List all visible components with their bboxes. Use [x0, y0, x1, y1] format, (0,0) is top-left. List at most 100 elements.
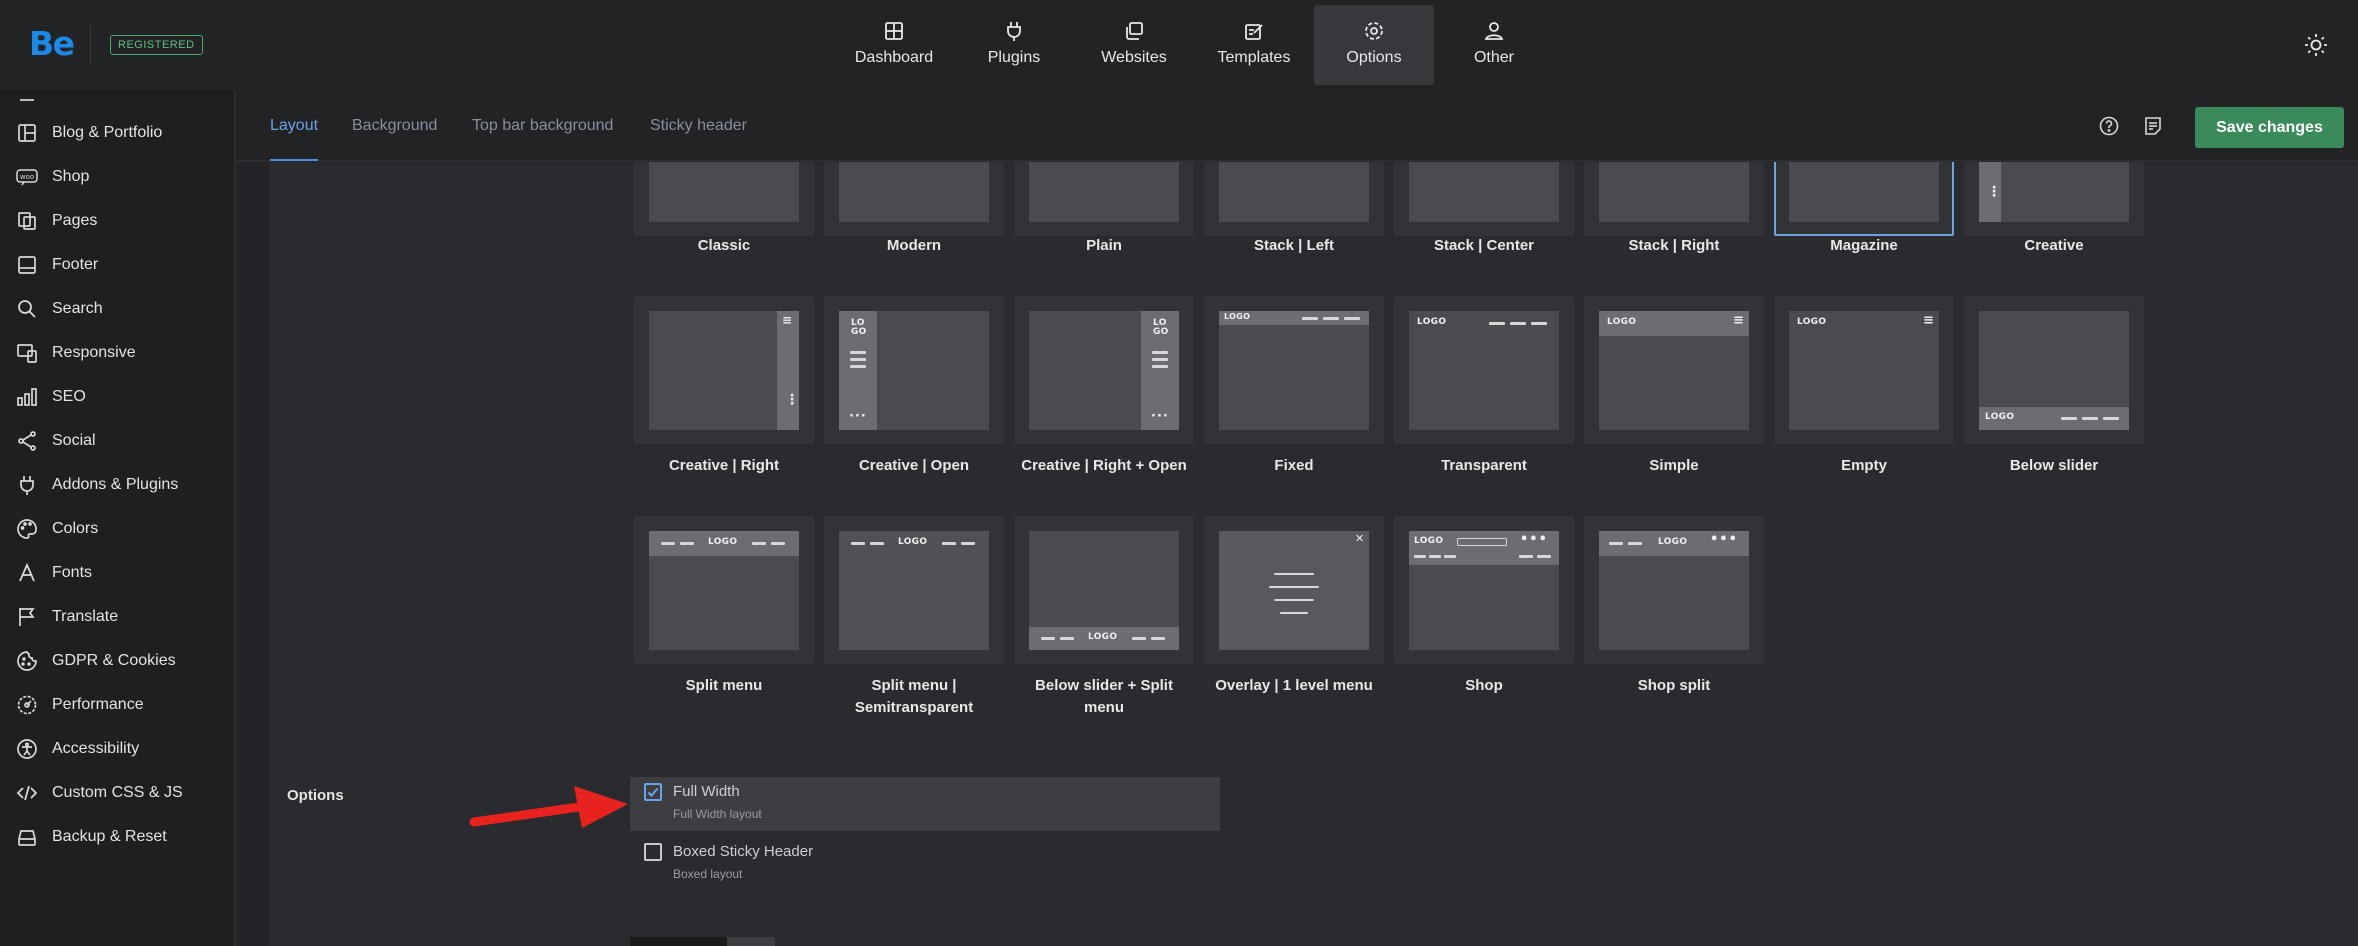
full-width-checkbox[interactable] — [644, 783, 662, 801]
layout-thumb: LO GO ··· — [839, 311, 989, 430]
boxed-sticky-header-checkbox[interactable] — [644, 843, 662, 861]
save-changes-button[interactable]: Save changes — [2195, 107, 2344, 148]
tab-sticky-header[interactable]: Sticky header — [650, 91, 747, 161]
layout-tile-shop[interactable]: LOGO ••• — [1394, 516, 1574, 664]
layout-tile-simple[interactable]: LOGO ≡ — [1584, 296, 1764, 444]
thumb-menu-dash — [1132, 637, 1146, 640]
sun-icon[interactable] — [2303, 32, 2329, 58]
layout-tile-creative-open[interactable]: LO GO ··· — [824, 296, 1004, 444]
thumb-kebab: ⋮ — [1987, 184, 2002, 200]
tab-top-bar-background[interactable]: Top bar background — [472, 91, 613, 161]
thumb-logo: LOGO — [1224, 312, 1251, 321]
layout-tile-modern[interactable] — [824, 162, 1004, 236]
nav-dashboard[interactable]: Dashboard — [834, 5, 954, 85]
layout-tile-below-slider-split-menu[interactable]: LOGO — [1014, 516, 1194, 664]
layout-tile-creative-right-open[interactable]: LO GO ··· — [1014, 296, 1194, 444]
layout-tile-stack-left[interactable] — [1204, 162, 1384, 236]
layout-tile-creative-right[interactable]: ≡ ⋮ — [634, 296, 814, 444]
sidebar-item-footer[interactable]: Footer — [16, 250, 98, 280]
thumb-side-bar — [777, 311, 799, 430]
brand-logo[interactable]: Be — [29, 24, 75, 63]
sidebar-item-label: Translate — [52, 608, 119, 625]
sidebar-item-blog-portfolio[interactable]: Blog & Portfolio — [16, 118, 162, 148]
nav-options[interactable]: Options — [1314, 5, 1434, 85]
nav-other[interactable]: Other — [1434, 5, 1554, 85]
sidebar-item-label: GDPR & Cookies — [52, 652, 176, 669]
layout-thumb — [649, 162, 799, 222]
sidebar-item-label: Fonts — [52, 564, 93, 581]
layout-tile-magazine[interactable] — [1774, 162, 1954, 236]
layout-tile-plain[interactable] — [1014, 162, 1194, 236]
nav-plugins[interactable]: Plugins — [954, 5, 1074, 85]
sidebar-item-performance[interactable]: Performance — [16, 690, 144, 720]
nav-websites[interactable]: Websites — [1074, 5, 1194, 85]
sidebar-item-backup-reset[interactable]: Backup & Reset — [16, 822, 167, 852]
partial-control[interactable] — [630, 937, 727, 946]
layout-label: Below slider + Split menu — [1035, 677, 1173, 716]
option-full-width[interactable]: Full Width Full Width layout — [630, 777, 1220, 831]
layout-tile-stack-right[interactable] — [1584, 162, 1764, 236]
layout-tile-overlay-1-level-menu[interactable]: ✕ — [1204, 516, 1384, 664]
layout-tile-fixed[interactable]: LOGO — [1204, 296, 1384, 444]
layout-thumb: LOGO — [839, 531, 989, 650]
layout-thumb: ≡ ⋮ — [649, 311, 799, 430]
font-icon — [19, 562, 35, 582]
sidebar-item-partial[interactable] — [16, 78, 52, 108]
sidebar-item-gdpr-cookies[interactable]: GDPR & Cookies — [16, 646, 176, 676]
layout-tile-stack-center[interactable] — [1394, 162, 1574, 236]
sidebar-item-custom-css-js[interactable]: Custom CSS & JS — [16, 778, 183, 808]
layout-label: Stack | Center — [1433, 237, 1535, 254]
help-icon[interactable] — [2098, 115, 2120, 137]
tab-background[interactable]: Background — [352, 91, 437, 161]
layout-label: Creative — [2024, 237, 2084, 254]
layout-tile-split-menu-semitransparent[interactable]: LOGO — [824, 516, 1004, 664]
backup-icon — [18, 830, 36, 846]
thumb-menu-dash — [1041, 637, 1055, 640]
layout-tile-empty[interactable]: LOGO ≡ — [1774, 296, 1954, 444]
layout-tile-shop-split[interactable]: LOGO ••• — [1584, 516, 1764, 664]
sidebar-item-colors[interactable]: Colors — [16, 514, 98, 544]
layout-tile-transparent[interactable]: LOGO — [1394, 296, 1574, 444]
sidebar-item-label: Performance — [52, 696, 144, 713]
layout-label: Creative | Right + Open — [1021, 457, 1187, 474]
layout-label: Shop split — [1637, 677, 1711, 694]
thumb-dots: ··· — [1151, 409, 1169, 424]
flag-icon — [19, 608, 35, 626]
nav-templates[interactable]: Templates — [1194, 5, 1314, 85]
sidebar-item-accessibility[interactable]: Accessibility — [16, 734, 139, 764]
layout-tile-creative[interactable]: ⋮ — [1964, 162, 2144, 236]
nav-label: Other — [1473, 49, 1514, 66]
sidebar-item-pages[interactable]: Pages — [16, 206, 97, 236]
layout-label: Below slider — [2009, 457, 2099, 474]
thumb-logo: LOGO — [1153, 318, 1169, 337]
partial-control[interactable] — [727, 937, 775, 946]
sidebar-item-seo[interactable]: SEO — [16, 382, 86, 412]
layout-tile-split-menu[interactable]: LOGO — [634, 516, 814, 664]
sidebar-item-label: Search — [52, 300, 103, 317]
option-title: Full Width — [673, 783, 740, 800]
notes-icon[interactable] — [2142, 115, 2164, 137]
thumb-menu-dash — [1060, 637, 1074, 640]
tab-layout[interactable]: Layout — [270, 91, 319, 161]
layout-thumb — [1029, 162, 1179, 222]
layout-tile-classic[interactable] — [634, 162, 814, 236]
sidebar-item-shop[interactable]: woo Shop — [16, 162, 89, 192]
layout-tile-below-slider[interactable]: LOGO — [1964, 296, 2144, 444]
layout-thumb — [1599, 162, 1749, 222]
nav-label: Options — [1346, 49, 1402, 66]
sidebar-item-responsive[interactable]: Responsive — [16, 338, 136, 368]
sidebar-item-translate[interactable]: Translate — [16, 602, 118, 632]
sidebar-item-addons-plugins[interactable]: Addons & Plugins — [16, 470, 178, 500]
thumb-menu-dash — [1152, 365, 1168, 368]
layout-thumb — [1789, 162, 1939, 222]
sidebar-item-fonts[interactable]: Fonts — [16, 558, 92, 588]
sidebar-item-social[interactable]: Social — [16, 426, 96, 456]
left-rail — [236, 162, 269, 946]
option-boxed-sticky-header[interactable]: Boxed Sticky Header Boxed layout — [630, 837, 1220, 891]
sidebar-item-search[interactable]: Search — [16, 294, 103, 324]
layout-thumb — [839, 162, 989, 222]
thumb-logo: LOGO — [1414, 536, 1444, 546]
layout-label: Creative | Open — [858, 457, 970, 474]
thumb-menu-dash — [771, 542, 785, 545]
thumb-menu-dash — [752, 542, 766, 545]
